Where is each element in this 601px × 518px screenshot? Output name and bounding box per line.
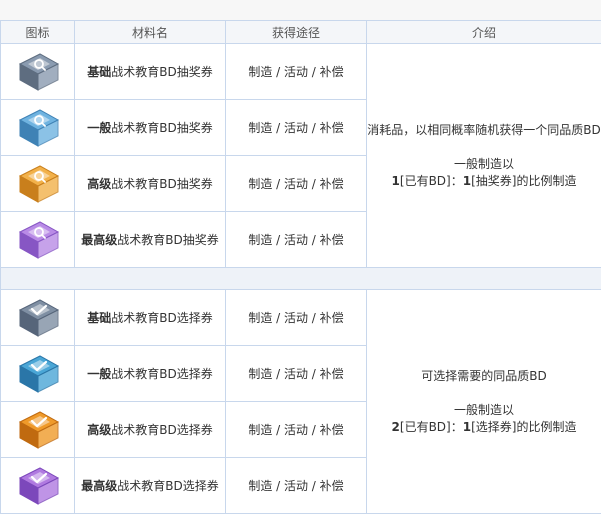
lottery-ticket-icon xyxy=(18,108,59,147)
ratio-end: [抽奖券]的比例制造 xyxy=(471,173,577,188)
ratio-mid: [已有BD]： xyxy=(399,419,463,434)
lottery-ticket-icon xyxy=(18,164,59,203)
header-source: 获得途径 xyxy=(225,20,367,44)
table-row: 基础战术教育BD抽奖券 制造 / 活动 / 补偿 消耗品，以相同概率随机获得一个… xyxy=(0,43,601,268)
selection-ticket-icon xyxy=(18,466,59,505)
source-cell: 制造 / 活动 / 补偿 xyxy=(225,401,367,458)
source-cell: 制造 / 活动 / 补偿 xyxy=(225,99,367,156)
icon-cell xyxy=(0,155,75,212)
icon-cell xyxy=(0,345,75,402)
header-material-name: 材料名 xyxy=(74,20,226,44)
selection-ticket-icon xyxy=(18,410,59,449)
intro-description: 消耗品，以相同概率随机获得一个同品质BD xyxy=(367,122,601,137)
source-cell: 制造 / 活动 / 补偿 xyxy=(225,211,367,268)
ratio-a: 1 xyxy=(391,173,400,188)
ratio-a: 2 xyxy=(391,419,400,434)
icon-cell xyxy=(0,211,75,268)
intro-cell: 消耗品，以相同概率随机获得一个同品质BD 一般制造以 1[已有BD]：1[抽奖券… xyxy=(366,43,601,268)
source-cell: 制造 / 活动 / 补偿 xyxy=(225,457,367,514)
grade-label: 一般 xyxy=(87,121,112,135)
lottery-ticket-icon xyxy=(18,52,59,91)
material-name: 最高级战术教育BD抽奖券 xyxy=(74,211,226,268)
grade-label: 一般 xyxy=(87,367,112,381)
source-cell: 制造 / 活动 / 补偿 xyxy=(225,345,367,402)
intro-cell: 可选择需要的同品质BD 一般制造以 2[已有BD]：1[选择券]的比例制造 xyxy=(366,289,601,514)
header-intro: 介绍 xyxy=(366,20,601,44)
material-name: 高级战术教育BD选择券 xyxy=(74,401,226,458)
grade-label: 高级 xyxy=(87,177,112,191)
ratio-end: [选择券]的比例制造 xyxy=(471,419,577,434)
grade-label: 最高级 xyxy=(81,479,118,493)
material-name: 基础战术教育BD选择券 xyxy=(74,289,226,346)
group-separator xyxy=(0,267,601,290)
item-label: 战术教育BD抽奖券 xyxy=(111,177,213,191)
grade-label: 最高级 xyxy=(81,233,118,247)
icon-cell xyxy=(0,457,75,514)
material-name: 一般战术教育BD抽奖券 xyxy=(74,99,226,156)
item-label: 战术教育BD选择券 xyxy=(111,367,213,381)
top-strip xyxy=(0,0,601,20)
material-name: 一般战术教育BD选择券 xyxy=(74,345,226,402)
item-label: 战术教育BD选择券 xyxy=(117,479,219,493)
selection-ticket-icon xyxy=(18,354,59,393)
item-label: 战术教育BD选择券 xyxy=(111,311,213,325)
intro-craft-line: 一般制造以 xyxy=(453,156,514,171)
header-icon: 图标 xyxy=(0,20,75,44)
icon-cell xyxy=(0,401,75,458)
intro-craft-line: 一般制造以 xyxy=(453,402,514,417)
table-row: 基础战术教育BD选择券 制造 / 活动 / 补偿 可选择需要的同品质BD 一般制… xyxy=(0,289,601,514)
material-name: 高级战术教育BD抽奖券 xyxy=(74,155,226,212)
ratio-b: 1 xyxy=(462,419,472,434)
icon-cell xyxy=(0,43,75,100)
ratio-mid: [已有BD]： xyxy=(399,173,463,188)
material-name: 基础战术教育BD抽奖券 xyxy=(74,43,226,100)
icon-cell xyxy=(0,289,75,346)
intro-ratio-line: 2[已有BD]：1[选择券]的比例制造 xyxy=(367,419,601,436)
ratio-b: 1 xyxy=(462,173,472,188)
source-cell: 制造 / 活动 / 补偿 xyxy=(225,43,367,100)
grade-label: 基础 xyxy=(87,65,112,79)
table-header-row: 图标 材料名 获得途径 介绍 xyxy=(0,20,601,44)
item-label: 战术教育BD抽奖券 xyxy=(111,121,213,135)
material-name: 最高级战术教育BD选择券 xyxy=(74,457,226,514)
item-label: 战术教育BD抽奖券 xyxy=(111,65,213,79)
grade-label: 高级 xyxy=(87,423,112,437)
icon-cell xyxy=(0,99,75,156)
intro-ratio-line: 1[已有BD]：1[抽奖券]的比例制造 xyxy=(367,173,601,190)
materials-table: 图标 材料名 获得途径 介绍 基础战术教育BD抽奖券 制造 / 活动 / 补偿 … xyxy=(0,20,601,514)
lottery-ticket-icon xyxy=(18,220,59,259)
item-label: 战术教育BD选择券 xyxy=(111,423,213,437)
source-cell: 制造 / 活动 / 补偿 xyxy=(225,289,367,346)
item-label: 战术教育BD抽奖券 xyxy=(117,233,219,247)
selection-ticket-icon xyxy=(18,298,59,337)
intro-description: 可选择需要的同品质BD xyxy=(421,368,547,383)
source-cell: 制造 / 活动 / 补偿 xyxy=(225,155,367,212)
separator-cell xyxy=(0,267,601,290)
grade-label: 基础 xyxy=(87,311,112,325)
